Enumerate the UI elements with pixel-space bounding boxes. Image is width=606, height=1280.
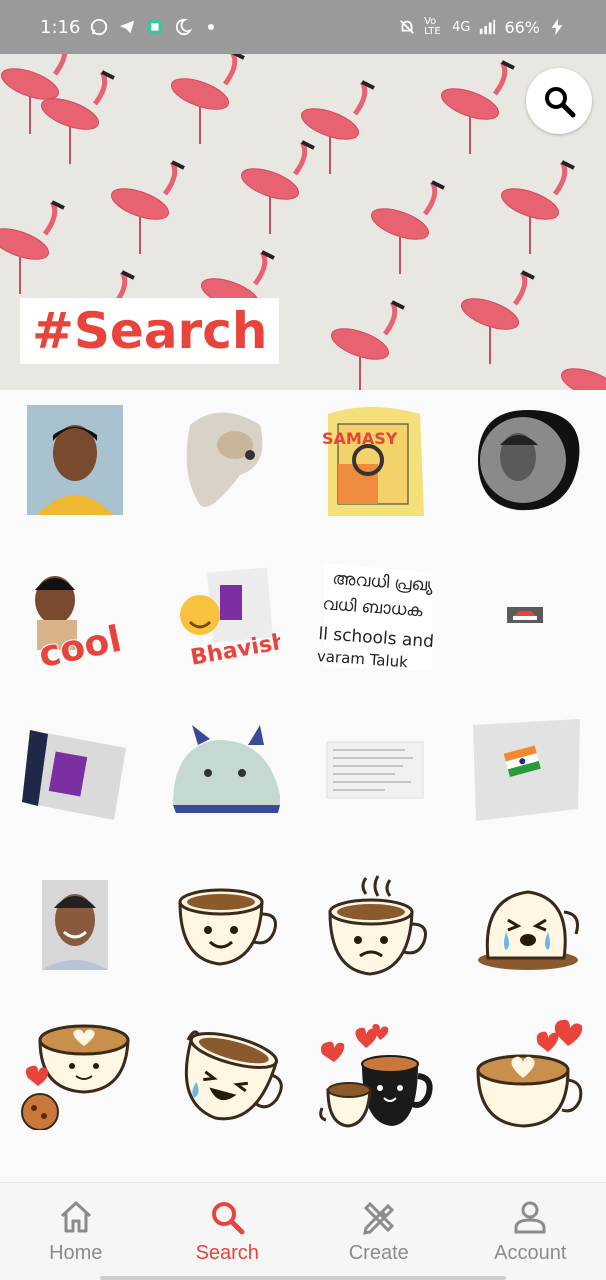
sticker-portrait-circle[interactable]	[465, 400, 585, 520]
create-icon	[362, 1201, 394, 1235]
home-indicator	[100, 1276, 506, 1280]
search-icon	[212, 1202, 245, 1235]
nav-home[interactable]: Home	[0, 1183, 152, 1280]
search-icon	[545, 87, 576, 118]
nav-create[interactable]: Create	[303, 1183, 455, 1280]
banner-search-button[interactable]	[526, 68, 592, 134]
sticker-list-screen[interactable]	[315, 710, 435, 830]
sticker-flag-screen[interactable]	[465, 710, 585, 830]
nav-account-label: Account	[494, 1242, 567, 1264]
nav-account[interactable]: Account	[455, 1183, 606, 1280]
sticker-portrait-yellow-shirt[interactable]	[15, 400, 135, 520]
charging-icon	[551, 18, 563, 36]
nav-home-label: Home	[49, 1242, 103, 1264]
sticker-dog-face[interactable]	[165, 400, 285, 520]
sticker-portrait-partial[interactable]	[465, 1160, 585, 1180]
sticker-mugs-hearts[interactable]	[315, 1015, 435, 1135]
sticker-cup-smile[interactable]	[165, 865, 285, 985]
volte-label: Vo LTE	[424, 16, 441, 37]
sticker-bunny-bag[interactable]	[165, 710, 285, 830]
nav-search[interactable]: Search	[152, 1183, 304, 1280]
sticker-grid: SAMASY cool Bhavish അവധി പ്രഖ്യ വധി ബാധക l…	[0, 390, 606, 1180]
whatsapp-icon	[91, 18, 108, 36]
telegram-icon	[120, 20, 135, 34]
sticker-portrait-smile[interactable]	[15, 865, 135, 985]
sticker-cup-crying[interactable]	[465, 865, 585, 985]
network-label: 4G	[452, 19, 471, 35]
status-bar: 1:16 Vo LTE 4G 66%	[0, 0, 606, 54]
notification-dot-icon	[208, 24, 215, 30]
app-screen: 1:16 Vo LTE 4G 66% #Search SAMASY cool B…	[0, 0, 606, 1280]
sticker-bhavish[interactable]: Bhavish	[165, 555, 285, 675]
signal-icon	[480, 19, 496, 35]
sticker-malayalam-text[interactable]: അവധി പ്രഖ്യ വധി ബാധക ll schools and varam …	[315, 555, 435, 675]
banner-title: #Search	[20, 298, 280, 364]
moon-icon	[176, 18, 193, 36]
status-time: 1:16	[40, 16, 81, 38]
sticker-cup-laughing[interactable]	[165, 1015, 285, 1135]
app-notification-icon	[148, 19, 163, 35]
bottom-navigation: Home Search Create Account	[0, 1182, 606, 1280]
sticker-notes-paper[interactable]: SAMASY	[315, 400, 435, 520]
sticker-latte-hearts[interactable]	[465, 1015, 585, 1135]
account-icon	[514, 1201, 546, 1234]
nav-search-label: Search	[195, 1242, 259, 1264]
svg-text:SAMASY: SAMASY	[322, 429, 398, 448]
sticker-latte-cookie[interactable]	[15, 1015, 135, 1135]
sticker-journal-screen[interactable]	[15, 710, 135, 830]
battery-level: 66%	[504, 17, 540, 37]
sticker-cup-sad-steam[interactable]	[315, 865, 435, 985]
bell-muted-icon	[400, 20, 415, 34]
sticker-cool-boy[interactable]: cool	[15, 555, 135, 675]
nav-create-label: Create	[348, 1242, 409, 1264]
search-banner: #Search	[0, 54, 606, 390]
home-icon	[60, 1201, 91, 1233]
sticker-car-small[interactable]	[465, 555, 585, 675]
